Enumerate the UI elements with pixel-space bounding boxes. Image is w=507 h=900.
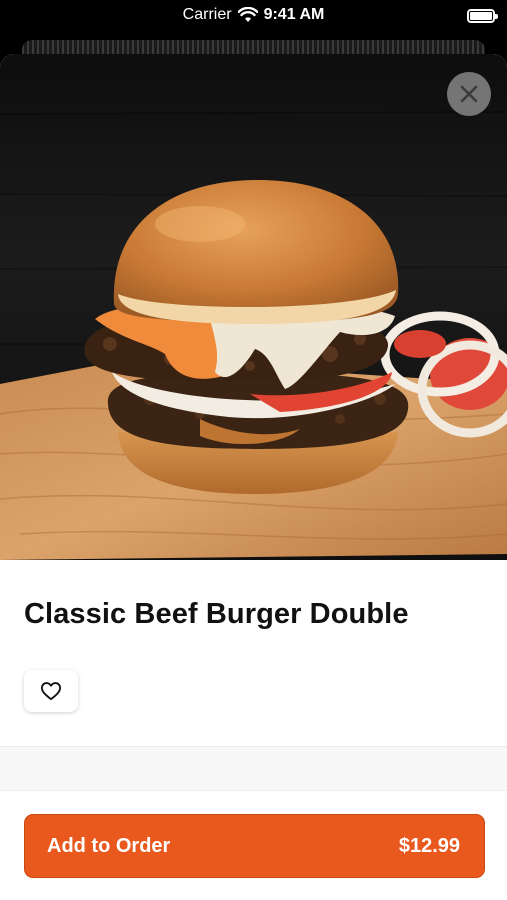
product-title: Classic Beef Burger Double — [24, 598, 409, 630]
background-sheet-peek — [22, 40, 485, 54]
product-detail-sheet: Classic Beef Burger Double Add to Order … — [0, 54, 507, 900]
add-to-order-button[interactable]: Add to Order $12.99 — [24, 814, 485, 878]
section-divider — [0, 746, 507, 791]
add-to-order-label: Add to Order — [47, 834, 171, 857]
battery-icon — [467, 9, 498, 23]
clock: 9:41 AM — [263, 6, 325, 23]
close-icon — [460, 85, 478, 103]
favorite-button[interactable] — [24, 670, 78, 712]
status-bar: Carrier 9:41 AM — [0, 0, 507, 40]
carrier-label: Carrier — [182, 6, 232, 23]
close-button[interactable] — [447, 72, 491, 116]
burger-illustration — [0, 111, 507, 560]
product-image — [0, 54, 507, 560]
wifi-icon — [237, 7, 258, 22]
order-price: $12.99 — [398, 834, 460, 857]
heart-icon — [41, 682, 61, 701]
